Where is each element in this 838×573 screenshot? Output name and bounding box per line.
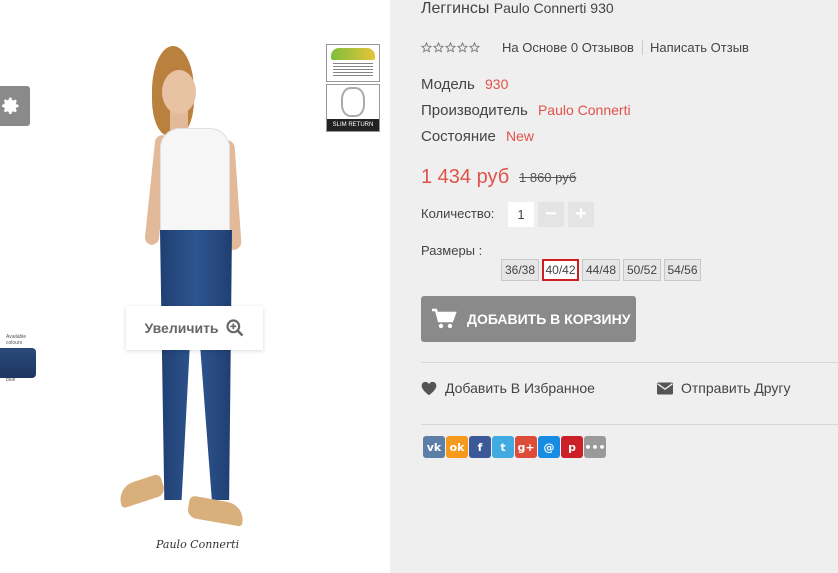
facebook-share-button[interactable]: f [469,436,491,458]
divider [421,362,838,363]
spec-condition-value: New [506,128,535,144]
rating-row: На Основе 0 Отзывов Написать Отзыв [421,40,749,55]
product-photo [110,40,270,540]
minus-icon: − [545,203,557,225]
swatch-caption: Available colours [6,334,27,346]
gear-icon [2,97,19,114]
size-option[interactable]: 54/56 [664,259,701,281]
spec-model-value: 930 [485,76,509,92]
mail-ru-share-button[interactable]: @ [538,436,560,458]
envelope-icon [657,382,673,394]
quantity-label: Количество: [421,206,495,221]
spiral-icon [341,87,365,117]
wishlist-label: Добавить В Избранное [445,380,595,396]
star-icon [421,42,432,53]
size-option-selected[interactable]: 40/42 [542,259,579,281]
google-plus-share-button[interactable]: g+ [515,436,537,458]
sizes-label: Размеры : [421,243,483,258]
zoom-in-icon [225,319,243,337]
slim-return-badge: SLIM RETURN [326,84,380,132]
divider [421,424,838,425]
send-to-friend-label: Отправить Другу [681,380,791,396]
pinterest-share-button[interactable]: p [561,436,583,458]
vk-share-button[interactable]: vk [423,436,445,458]
spec-manufacturer-label: Производитель [421,102,528,119]
size-option[interactable]: 36/38 [501,259,539,281]
heart-icon [421,381,437,395]
size-option[interactable]: 44/48 [582,259,620,281]
quantity-increase-button[interactable]: + [568,202,594,227]
eco-certificate-badge [326,44,380,82]
title-brand: Paulo Connerti 930 [493,0,614,16]
write-review-link[interactable]: Написать Отзыв [643,40,749,55]
spec-manufacturer-value[interactable]: Paulo Connerti [538,102,631,118]
old-price: 1 860 руб [519,170,577,185]
spec-model-label: Модель [421,76,475,93]
reviews-link[interactable]: На Основе 0 Отзывов [502,40,643,55]
zoom-label: Увеличить [144,320,219,336]
size-option[interactable]: 50/52 [623,259,661,281]
color-swatch-blue[interactable] [0,348,36,378]
star-icon [469,42,480,53]
product-title: Леггинсы Paulo Connerti 930 [421,0,614,18]
add-to-cart-label: ДОБАВИТЬ В КОРЗИНУ [467,311,631,327]
spec-manufacturer: Производитель Paulo Connerti [421,102,631,119]
title-category: Леггинсы [421,0,490,17]
leggings-shape [160,230,232,500]
spec-model: Модель 930 [421,76,508,93]
star-icon [445,42,456,53]
settings-button[interactable] [0,86,30,126]
cart-icon [432,308,457,329]
star-icon [457,42,468,53]
add-to-cart-button[interactable]: ДОБАВИТЬ В КОРЗИНУ [421,296,636,342]
rating-stars [421,42,480,53]
zoom-button[interactable]: Увеличить [126,306,263,350]
odnoklassniki-share-button[interactable]: ok [446,436,468,458]
spec-condition-label: Состояние [421,128,496,145]
product-image-panel[interactable]: Available colours blue Paulo Connerti SL… [0,0,390,573]
wishlist-link[interactable]: Добавить В Избранное [421,380,595,396]
quantity-input[interactable]: 1 [508,202,534,227]
current-price: 1 434 руб [421,166,510,188]
more-share-button[interactable]: ••• [584,436,606,458]
social-share-bar: vk ok f t g+ @ p ••• [423,436,606,458]
quantity-decrease-button[interactable]: − [538,202,564,227]
swatch-name: blue [6,377,16,383]
plus-icon: + [575,203,587,225]
star-icon [433,42,444,53]
send-to-friend-link[interactable]: Отправить Другу [657,380,791,396]
brand-watermark: Paulo Connerti [156,538,240,551]
spec-condition: Состояние New [421,128,534,145]
twitter-share-button[interactable]: t [492,436,514,458]
